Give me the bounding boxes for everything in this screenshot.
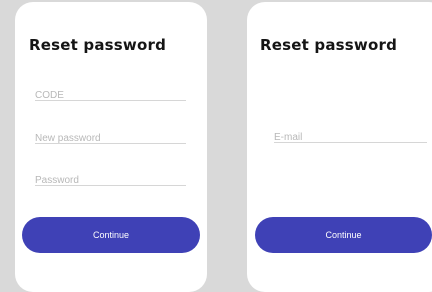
- new-password-field[interactable]: [35, 128, 186, 146]
- continue-button[interactable]: Continue: [255, 217, 432, 253]
- page-title: Reset password: [29, 36, 167, 54]
- confirm-password-field[interactable]: [35, 170, 186, 188]
- email-input[interactable]: [274, 131, 427, 145]
- confirm-password-input[interactable]: [35, 174, 186, 188]
- reset-password-code-card: Reset password Continue: [15, 2, 207, 292]
- reset-password-email-card: Reset password Continue: [247, 2, 432, 292]
- code-field[interactable]: [35, 85, 186, 103]
- continue-button[interactable]: Continue: [22, 217, 200, 253]
- code-input[interactable]: [35, 89, 186, 103]
- page-title: Reset password: [260, 36, 398, 54]
- email-field[interactable]: [274, 127, 427, 145]
- new-password-input[interactable]: [35, 132, 186, 146]
